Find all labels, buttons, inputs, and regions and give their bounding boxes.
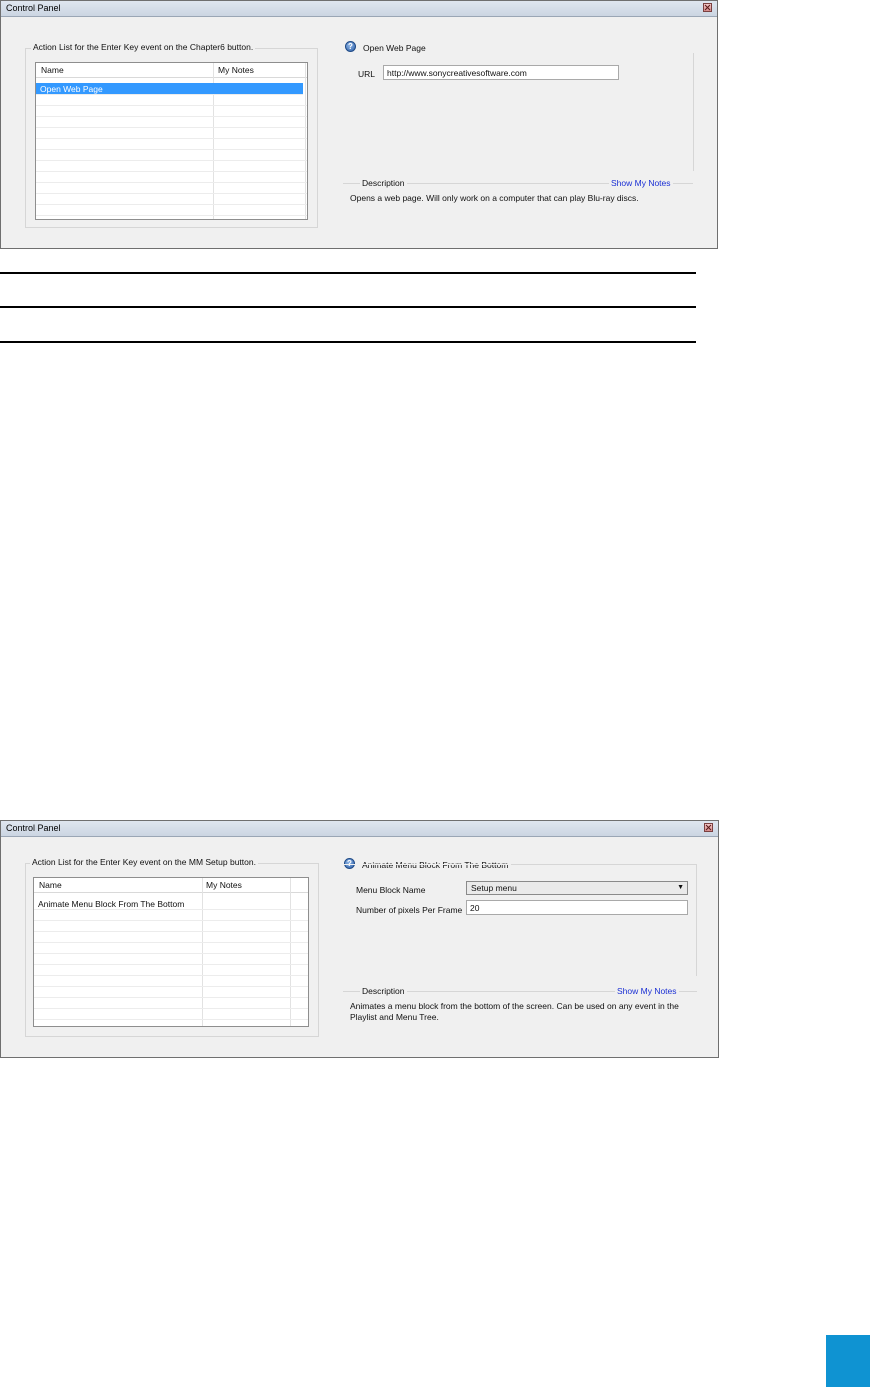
divider-rule: [0, 272, 696, 274]
column-header-name[interactable]: Name: [39, 880, 62, 890]
action-title: Open Web Page: [363, 43, 426, 53]
list-item[interactable]: [34, 975, 308, 987]
close-icon[interactable]: [704, 823, 713, 832]
list-item[interactable]: [34, 986, 308, 998]
column-header-name[interactable]: Name: [41, 65, 64, 75]
action-list-label: Action List for the Enter Key event on t…: [30, 857, 258, 867]
url-field[interactable]: http://www.sonycreativesoftware.com: [383, 65, 619, 80]
list-item[interactable]: [34, 1008, 308, 1020]
page-tab-marker: [826, 1335, 870, 1387]
list-item-name: Animate Menu Block From The Bottom: [38, 899, 185, 909]
window-title: Control Panel: [6, 823, 61, 833]
list-item[interactable]: [34, 953, 308, 965]
properties-top-mask: [343, 864, 511, 865]
list-item[interactable]: [36, 171, 307, 183]
list-item[interactable]: [36, 94, 307, 106]
title-bar: Control Panel: [1, 821, 718, 837]
description-text: Opens a web page. Will only work on a co…: [350, 193, 639, 203]
list-item-name: Open Web Page: [40, 84, 103, 94]
list-item[interactable]: [34, 997, 308, 1009]
list-item[interactable]: [36, 105, 307, 117]
properties-divider: [345, 54, 693, 55]
list-header: Name My Notes: [36, 63, 307, 78]
action-list-label: Action List for the Enter Key event on t…: [31, 42, 256, 52]
description-label: Description: [360, 986, 407, 996]
list-item[interactable]: [34, 942, 308, 954]
properties-border: [693, 53, 694, 171]
pixels-per-frame-label: Number of pixels Per Frame: [356, 905, 463, 915]
window-title: Control Panel: [6, 3, 61, 13]
list-item[interactable]: [36, 160, 307, 172]
title-bar: Control Panel: [1, 1, 717, 17]
list-item[interactable]: Animate Menu Block From The Bottom: [34, 898, 308, 910]
list-item[interactable]: [34, 920, 308, 932]
action-list[interactable]: Name My Notes Animate Menu Block From Th…: [33, 877, 309, 1027]
list-item[interactable]: [36, 182, 307, 194]
close-icon[interactable]: [703, 3, 712, 12]
menu-block-name-label: Menu Block Name: [356, 885, 426, 895]
list-item[interactable]: [34, 931, 308, 943]
divider-rule: [0, 341, 696, 343]
show-my-notes-link[interactable]: Show My Notes: [609, 178, 673, 188]
action-list[interactable]: Name My Notes Open Web Page: [35, 62, 308, 220]
help-icon[interactable]: ?: [345, 41, 356, 52]
menu-block-name-dropdown[interactable]: Setup menu ▼: [466, 881, 688, 895]
list-item[interactable]: [36, 116, 307, 128]
menu-block-name-value: Setup menu: [471, 883, 517, 893]
url-label: URL: [358, 69, 376, 79]
control-panel-window-2: Control Panel Action List for the Enter …: [0, 820, 719, 1058]
list-item[interactable]: Open Web Page: [36, 83, 303, 95]
pixels-per-frame-field[interactable]: 20: [466, 900, 688, 915]
list-item[interactable]: [36, 204, 307, 216]
column-header-my-notes[interactable]: My Notes: [206, 880, 242, 890]
description-label: Description: [360, 178, 407, 188]
list-header: Name My Notes: [34, 878, 308, 893]
column-header-my-notes[interactable]: My Notes: [218, 65, 254, 75]
list-item[interactable]: [34, 964, 308, 976]
list-item[interactable]: [34, 909, 308, 921]
list-item[interactable]: [36, 138, 307, 150]
description-line-2: Playlist and Menu Tree.: [350, 1012, 439, 1022]
chevron-down-icon: ▼: [677, 884, 684, 891]
show-my-notes-link[interactable]: Show My Notes: [615, 986, 679, 996]
description-line-1: Animates a menu block from the bottom of…: [350, 1001, 679, 1011]
list-item[interactable]: [36, 193, 307, 205]
list-item[interactable]: [36, 149, 307, 161]
control-panel-window-1: Control Panel Action List for the Enter …: [0, 0, 718, 249]
divider-rule: [0, 306, 696, 308]
list-item[interactable]: [36, 127, 307, 139]
